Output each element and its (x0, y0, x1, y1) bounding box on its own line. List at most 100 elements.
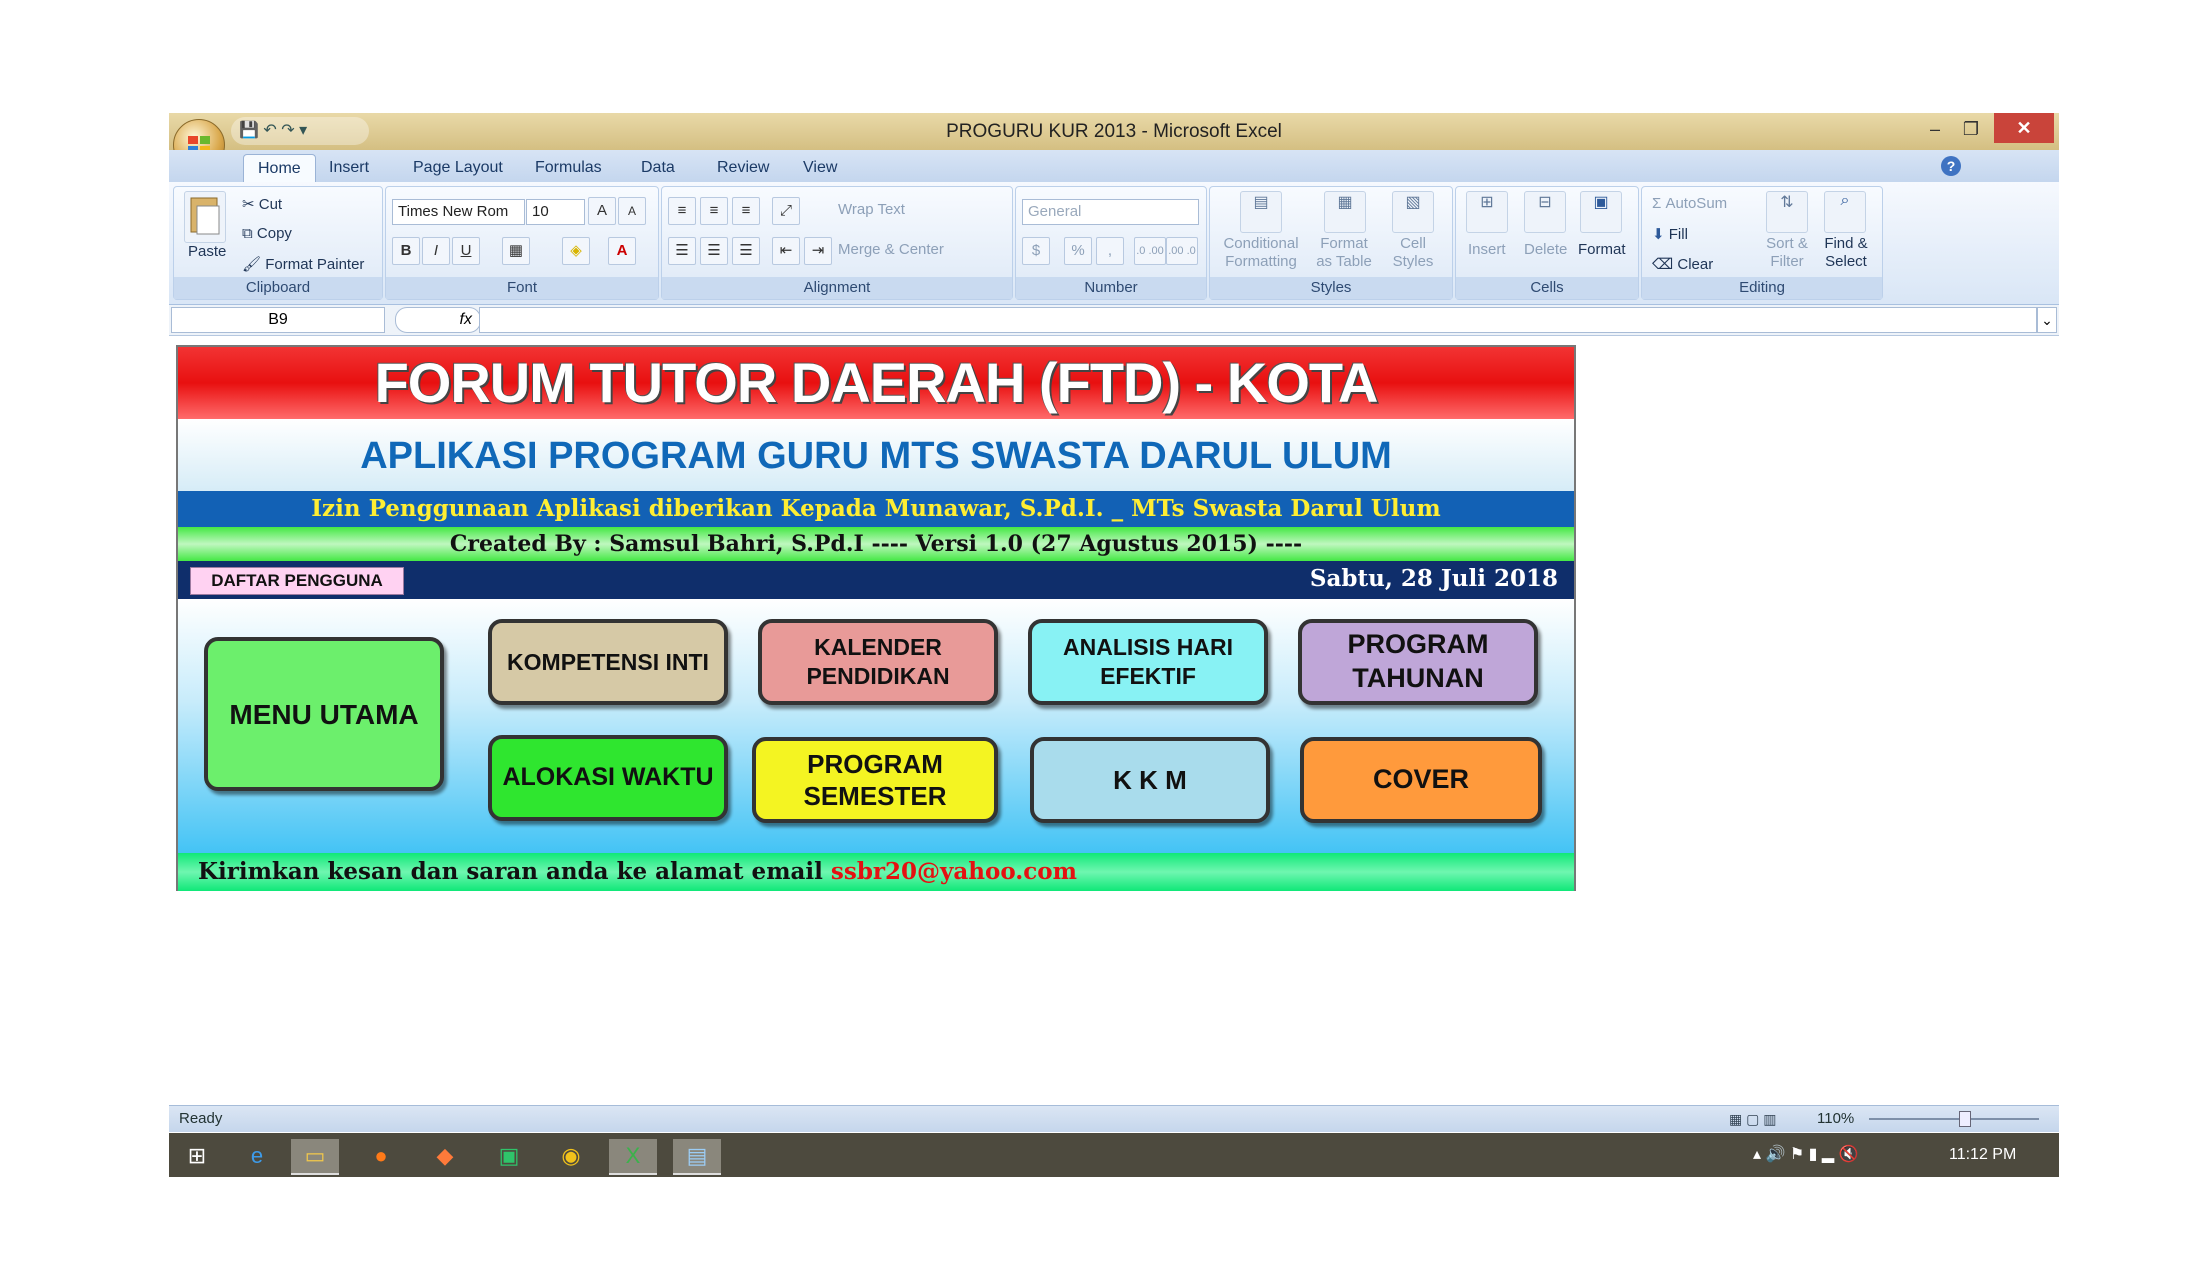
align-center-icon[interactable]: ☰ (700, 237, 728, 265)
borders-icon[interactable]: ▦ (502, 237, 530, 265)
cell-styles-button[interactable]: Cell Styles (1386, 235, 1440, 271)
paste-button[interactable]: Paste (188, 243, 226, 260)
conditional-formatting-icon[interactable]: ▤ (1240, 191, 1282, 233)
daftar-pengguna-button[interactable]: DAFTAR PENGGUNA (190, 567, 404, 595)
number-format-select[interactable]: General (1022, 199, 1199, 225)
align-left-icon[interactable]: ☰ (668, 237, 696, 265)
menu-utama-button[interactable]: MENU UTAMA (204, 637, 444, 791)
grow-font-icon[interactable]: A (588, 197, 616, 225)
font-name-select[interactable]: Times New Rom (392, 199, 525, 225)
copy-button[interactable]: ⧉ Copy (242, 225, 292, 242)
formula-input[interactable] (479, 307, 2037, 333)
decrease-decimal-button[interactable]: .00 .0 (1166, 237, 1198, 265)
name-box[interactable]: B9 (171, 307, 385, 333)
program-tahunan-button[interactable]: PROGRAM TAHUNAN (1298, 619, 1538, 705)
cell-styles-icon[interactable]: ▧ (1392, 191, 1434, 233)
increase-indent-icon[interactable]: ⇥ (804, 237, 832, 265)
fill-button[interactable]: ⬇ Fill (1652, 225, 1688, 243)
alokasi-waktu-button[interactable]: ALOKASI WAKTU (488, 735, 728, 821)
percent-button[interactable]: % (1064, 237, 1092, 265)
format-as-table-button[interactable]: Format as Table (1308, 235, 1380, 271)
italic-button[interactable]: I (422, 237, 450, 265)
tab-data[interactable]: Data (627, 154, 689, 182)
delete-cells-button[interactable]: Delete (1524, 241, 1567, 258)
internet-explorer-icon[interactable]: e (233, 1139, 281, 1173)
scissors-icon: ✂ (242, 196, 259, 213)
title-bar: PROGURU KUR 2013 - Microsoft Excel – ❐ ✕ (169, 113, 2059, 150)
find-select-button[interactable]: Find & Select (1818, 235, 1874, 271)
insert-function-button[interactable]: fx (395, 307, 481, 333)
zoom-slider-thumb[interactable] (1959, 1111, 1971, 1127)
align-top-icon[interactable]: ≡ (668, 197, 696, 225)
program-semester-button[interactable]: PROGRAM SEMESTER (752, 737, 998, 823)
app-icon[interactable]: ◆ (421, 1139, 469, 1173)
user-band: DAFTAR PENGGUNA Sabtu, 28 Juli 2018 (178, 561, 1574, 597)
shrink-font-icon[interactable]: A (618, 197, 646, 225)
minimize-button[interactable]: – (1920, 115, 1950, 143)
currency-button[interactable]: $ (1022, 237, 1050, 265)
comma-button[interactable]: , (1096, 237, 1124, 265)
bold-button[interactable]: B (392, 237, 420, 265)
store-icon[interactable]: ▣ (485, 1139, 533, 1173)
format-as-table-icon[interactable]: ▦ (1324, 191, 1366, 233)
align-middle-icon[interactable]: ≡ (700, 197, 728, 225)
binoculars-icon[interactable]: ⌕ (1824, 191, 1866, 233)
conditional-formatting-button[interactable]: Conditional Formatting (1218, 235, 1304, 271)
increase-decimal-button[interactable]: .0 .00 (1134, 237, 1166, 265)
decrease-indent-icon[interactable]: ⇤ (772, 237, 800, 265)
format-cells-button[interactable]: Format (1578, 241, 1626, 258)
viewer-taskbar-icon[interactable]: ▤ (673, 1139, 721, 1175)
format-cells-icon[interactable]: ▣ (1580, 191, 1622, 233)
tab-home[interactable]: Home (243, 154, 316, 183)
underline-button[interactable]: U (452, 237, 480, 265)
windows-start-icon[interactable]: ⊞ (173, 1139, 221, 1173)
cut-button[interactable]: ✂ Cut (242, 195, 282, 213)
tab-formulas[interactable]: Formulas (521, 154, 616, 182)
sort-filter-icon[interactable]: ⇅ (1766, 191, 1808, 233)
firefox-icon[interactable]: ● (357, 1139, 405, 1173)
fill-color-icon[interactable]: ◈ (562, 237, 590, 265)
delete-cells-icon[interactable]: ⊟ (1524, 191, 1566, 233)
tab-view[interactable]: View (789, 154, 851, 182)
file-explorer-icon[interactable]: ▭ (291, 1139, 339, 1175)
kalender-pendidikan-button[interactable]: KALENDER PENDIDIKAN (758, 619, 998, 705)
restore-button[interactable]: ❐ (1956, 115, 1986, 143)
kompetensi-inti-button[interactable]: KOMPETENSI INTI (488, 619, 728, 705)
chrome-icon[interactable]: ◉ (547, 1139, 595, 1173)
format-painter-button[interactable]: 🖌 Format Painter (242, 255, 364, 273)
merge-center-button[interactable]: Merge & Center (838, 241, 944, 258)
wrap-text-button[interactable]: Wrap Text (838, 201, 905, 218)
insert-cells-icon[interactable]: ⊞ (1466, 191, 1508, 233)
analisis-hari-efektif-button[interactable]: ANALISIS HARI EFEKTIF (1028, 619, 1268, 705)
font-color-icon[interactable]: A (608, 237, 636, 265)
quick-access-toolbar[interactable]: 💾 ↶ ↷ ▾ (231, 117, 369, 145)
insert-cells-button[interactable]: Insert (1468, 241, 1506, 258)
tab-page-layout[interactable]: Page Layout (399, 154, 517, 182)
align-right-icon[interactable]: ☰ (732, 237, 760, 265)
editing-group: Σ AutoSum ⬇ Fill ⌫ Clear ⇅ Sort & Filter … (1641, 186, 1883, 300)
fill-down-icon: ⬇ (1652, 226, 1669, 243)
clear-button[interactable]: ⌫ Clear (1652, 255, 1713, 273)
autosum-button[interactable]: Σ AutoSum (1652, 195, 1727, 212)
credits-text: Created By : Samsul Bahri, S.Pd.I ---- V… (449, 531, 1303, 557)
zoom-slider[interactable] (1869, 1118, 2039, 1120)
paste-icon[interactable] (184, 191, 226, 243)
excel-taskbar-icon[interactable]: X (609, 1139, 657, 1175)
tab-insert[interactable]: Insert (315, 154, 383, 182)
system-tray-icons[interactable]: ▴ 🔊 ⚑ ▮ ▂ 🔇 (1753, 1133, 1859, 1177)
email-link[interactable]: ssbr20@yahoo.com (831, 858, 1077, 885)
view-mode-icons[interactable]: ▦ ▢ ▥ (1729, 1109, 1809, 1129)
license-band: Izin Penggunaan Aplikasi diberikan Kepad… (178, 491, 1574, 527)
close-button[interactable]: ✕ (1994, 113, 2054, 143)
cover-button[interactable]: COVER (1300, 737, 1542, 823)
align-bottom-icon[interactable]: ≡ (732, 197, 760, 225)
help-icon[interactable]: ? (1941, 156, 1961, 176)
expand-formula-bar-icon[interactable]: ⌄ (2037, 307, 2057, 333)
sort-filter-button[interactable]: Sort & Filter (1760, 235, 1814, 271)
zoom-level[interactable]: 110% (1817, 1106, 1854, 1132)
kkm-button[interactable]: K K M (1030, 737, 1270, 823)
orientation-icon[interactable]: ⤢ (772, 197, 800, 225)
tab-review[interactable]: Review (703, 154, 783, 182)
cells-group: ⊞ Insert ⊟ Delete ▣ Format Cells (1455, 186, 1639, 300)
font-size-select[interactable]: 10 (526, 199, 585, 225)
